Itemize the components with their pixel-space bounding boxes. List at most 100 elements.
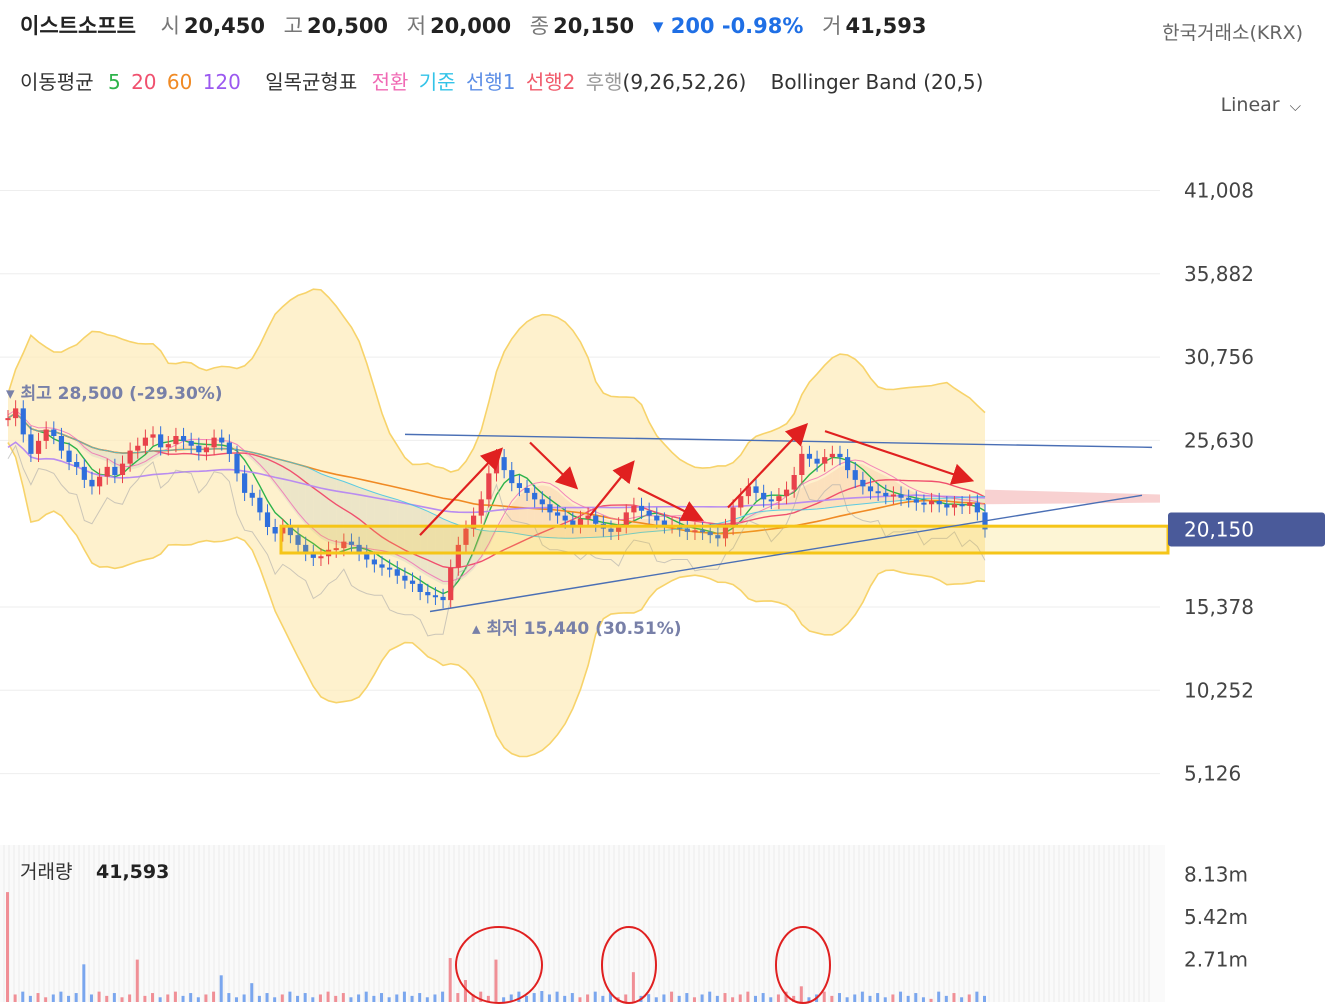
price-chart[interactable]: ▾ 최고 28,500 (-29.30%) ▴ 최저 15,440 (30.51%… — [0, 0, 1325, 1005]
ichimoku-cloud-segment — [343, 481, 352, 548]
ichimoku-lead1: 선행1 — [465, 70, 516, 94]
ichimoku-conversion-line — [7, 409, 986, 582]
ichimoku-cloud-segment — [565, 498, 573, 539]
volume-bar — [196, 997, 200, 1002]
volume-layer: 8.13m 5.42m 2.71m 거래량 41,593 — [0, 845, 1248, 1004]
volume-label: 거 — [822, 14, 842, 38]
candle-body — [303, 544, 309, 553]
volume-bar — [471, 994, 475, 1002]
ichimoku-cloud-segment — [53, 431, 62, 434]
candle-body — [867, 486, 874, 492]
volume-bar — [372, 995, 376, 1002]
ichimoku-cloud-segment — [939, 498, 947, 501]
close-value: 20,150 — [553, 14, 635, 38]
volume-bar — [952, 993, 956, 1002]
candle-body — [532, 492, 538, 500]
volume-bar — [250, 983, 254, 1002]
ichimoku-cloud-segment — [168, 448, 176, 452]
volume-bar — [914, 993, 918, 1002]
ichimoku-cloud-segment — [305, 466, 314, 533]
scale-dropdown[interactable]: Linear ⌵ — [1221, 94, 1301, 116]
volume-bar — [647, 994, 651, 1002]
candle-body — [318, 556, 324, 559]
ma20-line — [7, 412, 986, 569]
candle-body — [74, 462, 80, 467]
volume-bar — [288, 991, 292, 1002]
ichimoku-cloud-segment — [488, 531, 497, 547]
volume-bar — [410, 995, 414, 1002]
volume-bar — [692, 997, 696, 1002]
high-label: 고 — [283, 14, 303, 38]
volume-bar — [960, 997, 964, 1002]
volume-bar — [334, 995, 338, 1002]
grid-layer — [0, 189, 1160, 775]
candle-body — [799, 453, 805, 475]
ichimoku-cloud-segment — [847, 463, 856, 506]
candle-body — [127, 450, 133, 464]
candle-body — [28, 434, 34, 454]
volume-bar — [868, 995, 872, 1002]
ma-label[interactable]: 이동평균 — [20, 70, 94, 94]
ichimoku-cloud-segment — [153, 450, 161, 460]
candle-body — [768, 499, 774, 502]
volume-bar — [74, 993, 78, 1002]
ichimoku-cloud-segment — [366, 490, 375, 553]
ichimoku-cloud-segment — [46, 430, 54, 432]
candle-body — [249, 492, 255, 498]
ichimoku-cloud-segment — [664, 519, 673, 531]
ichimoku-cloud-segment — [183, 442, 192, 450]
volume-bar — [822, 991, 826, 1002]
candle-body — [616, 525, 622, 532]
candle-body — [471, 515, 477, 529]
candle-body — [66, 450, 72, 462]
candle-body — [646, 510, 652, 516]
volume-bar — [944, 995, 948, 1002]
ichimoku-cloud-segment — [23, 420, 31, 429]
ichimoku-label[interactable]: 일목균형표 — [265, 70, 357, 94]
candle-body — [242, 473, 248, 493]
ichimoku-cloud-segment — [901, 485, 909, 501]
volume-bar — [662, 994, 666, 1002]
volume-bar — [357, 994, 361, 1002]
ichimoku-cloud-segment — [359, 487, 367, 552]
ichimoku-cloud-segment — [214, 442, 222, 449]
ichimoku-cloud-segment — [778, 499, 787, 511]
candle-body — [593, 515, 599, 524]
ichimoku-cloud-segment — [702, 524, 711, 528]
ichimoku-cloud-segment — [244, 450, 253, 461]
ichimoku-cloud-segment — [336, 478, 344, 546]
candle-body — [364, 553, 370, 560]
ichimoku-cloud-segment — [420, 508, 428, 577]
candle-body — [509, 470, 515, 484]
volume-bar — [479, 991, 483, 1002]
bollinger-lower — [7, 442, 986, 758]
candle-body — [692, 530, 698, 533]
bollinger-label[interactable]: Bollinger Band (20,5) — [771, 70, 984, 94]
candle-body — [974, 502, 980, 513]
volume-bar — [242, 994, 246, 1002]
ichimoku-cloud-segment — [817, 477, 825, 510]
volume-bar — [456, 993, 460, 1002]
candle-body — [791, 475, 797, 490]
scale-label: Linear — [1220, 94, 1280, 116]
ichimoku-cloud-segment — [786, 493, 795, 510]
ichimoku-cloud-segment — [748, 512, 757, 521]
volume-bar — [364, 991, 368, 1002]
ichimoku-cloud-segment — [710, 523, 718, 530]
volume-bar — [28, 995, 32, 1002]
ichimoku-cloud-segment — [374, 492, 383, 554]
ichimoku-cloud-segment — [977, 496, 985, 508]
ichimoku-cloud-segment — [76, 440, 85, 451]
volume-bar — [402, 991, 406, 1002]
ichimoku-cloud-segment — [504, 504, 512, 533]
y-tick-label: 41,008 — [1184, 178, 1254, 202]
ichimoku-cloud-segment — [794, 487, 802, 510]
ichimoku-cloud-segment — [733, 517, 741, 529]
candle-body — [959, 504, 965, 507]
candle-body — [783, 489, 790, 497]
candle-body — [806, 453, 813, 459]
y-tick-label: 35,882 — [1184, 262, 1254, 286]
ichimoku-cloud-layer — [8, 413, 1160, 585]
candle-body — [81, 466, 87, 480]
volume-bar — [723, 993, 727, 1002]
